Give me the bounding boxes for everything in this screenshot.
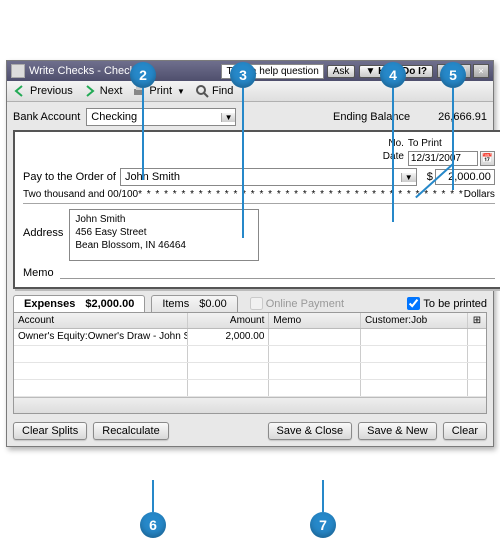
payee-combo[interactable]: ▼ bbox=[120, 168, 417, 186]
tab-items-label: Items bbox=[162, 298, 189, 310]
ending-balance-value: 26,666.91 bbox=[438, 111, 487, 123]
grid-row[interactable] bbox=[14, 363, 486, 380]
calendar-icon[interactable]: 📅 bbox=[480, 151, 495, 166]
memo-input[interactable] bbox=[60, 267, 495, 279]
grid-row[interactable] bbox=[14, 346, 486, 363]
currency-label: $ bbox=[427, 171, 433, 183]
how-do-i-button[interactable]: ▼ How Do I? bbox=[359, 65, 433, 78]
find-icon bbox=[195, 84, 209, 98]
find-label: Find bbox=[212, 85, 233, 97]
check-no-label: No. bbox=[383, 138, 404, 149]
memo-label: Memo bbox=[23, 267, 54, 279]
cell-customer[interactable] bbox=[361, 329, 468, 345]
clear-splits-button[interactable]: Clear Splits bbox=[13, 422, 87, 440]
grid-header: Account Amount Memo Customer:Job ⊞ bbox=[14, 313, 486, 329]
cell-account[interactable]: Owner's Equity:Owner's Draw - John Smith bbox=[14, 329, 188, 345]
print-label: Print bbox=[149, 85, 172, 97]
tab-items-total: $0.00 bbox=[199, 298, 227, 310]
expenses-grid: Account Amount Memo Customer:Job ⊞ Owner… bbox=[13, 312, 487, 414]
find-button[interactable]: Find bbox=[195, 84, 233, 98]
cell-amount[interactable]: 2,000.00 bbox=[188, 329, 269, 345]
online-payment-label: Online Payment bbox=[266, 298, 344, 310]
maximize-button[interactable]: □ bbox=[455, 64, 471, 78]
grid-scrollbar[interactable] bbox=[14, 397, 486, 413]
cell-bill[interactable] bbox=[468, 329, 486, 345]
check-date-input[interactable] bbox=[408, 151, 478, 166]
write-checks-window: Write Checks - Checking Type a help ques… bbox=[6, 60, 494, 447]
bank-account-combo[interactable]: ▼ bbox=[86, 108, 236, 126]
clear-button[interactable]: Clear bbox=[443, 422, 487, 440]
minimize-button[interactable]: – bbox=[437, 64, 453, 78]
to-be-printed-label: To be printed bbox=[423, 298, 487, 310]
address-box[interactable]: John Smith 456 Easy Street Bean Blossom,… bbox=[69, 209, 259, 261]
callout-7: 7 bbox=[310, 512, 336, 538]
print-dropdown-icon: ▼ bbox=[177, 87, 185, 96]
amount-stars: * * * * * * * * * * * * * * * * * * * * … bbox=[138, 189, 464, 200]
tab-items[interactable]: Items $0.00 bbox=[151, 295, 237, 312]
bank-account-input[interactable] bbox=[87, 111, 221, 123]
window-title: Write Checks - Checking bbox=[29, 65, 150, 77]
grid-row[interactable]: Owner's Equity:Owner's Draw - John Smith… bbox=[14, 329, 486, 346]
previous-icon bbox=[13, 84, 27, 98]
next-icon bbox=[83, 84, 97, 98]
bank-account-label: Bank Account bbox=[13, 111, 80, 123]
save-close-button[interactable]: Save & Close bbox=[268, 422, 353, 440]
grid-row[interactable] bbox=[14, 380, 486, 397]
check-panel: No. Date To Print 📅 Pay to the Order of bbox=[13, 130, 500, 289]
print-button[interactable]: Print ▼ bbox=[132, 84, 185, 98]
online-payment-checkbox: Online Payment bbox=[250, 297, 344, 310]
tab-expenses-label: Expenses bbox=[24, 298, 75, 310]
dollars-label: Dollars bbox=[464, 189, 495, 200]
ending-balance-label: Ending Balance bbox=[333, 111, 410, 123]
check-date-label: Date bbox=[383, 151, 404, 162]
save-new-button[interactable]: Save & New bbox=[358, 422, 437, 440]
next-button[interactable]: Next bbox=[83, 84, 123, 98]
titlebar: Write Checks - Checking Type a help ques… bbox=[7, 61, 493, 81]
cell-memo[interactable] bbox=[269, 329, 361, 345]
toolbar: Previous Next Print ▼ Find bbox=[7, 81, 493, 102]
pay-to-label: Pay to the Order of bbox=[23, 171, 116, 183]
payee-input[interactable] bbox=[121, 171, 401, 183]
ask-button[interactable]: Ask bbox=[327, 65, 356, 78]
app-icon bbox=[11, 64, 25, 78]
chevron-down-icon[interactable]: ▼ bbox=[401, 173, 416, 182]
amount-words: Two thousand and 00/100 bbox=[23, 189, 138, 200]
print-icon bbox=[132, 84, 146, 98]
callout-6: 6 bbox=[140, 512, 166, 538]
chevron-down-icon[interactable]: ▼ bbox=[221, 113, 235, 122]
to-be-printed-check[interactable] bbox=[407, 297, 420, 310]
tab-expenses[interactable]: Expenses $2,000.00 bbox=[13, 295, 145, 312]
to-be-printed-checkbox[interactable]: To be printed bbox=[407, 297, 487, 310]
recalculate-button[interactable]: Recalculate bbox=[93, 422, 168, 440]
next-label: Next bbox=[100, 85, 123, 97]
col-memo[interactable]: Memo bbox=[269, 313, 361, 328]
previous-label: Previous bbox=[30, 85, 73, 97]
online-payment-check bbox=[250, 297, 263, 310]
address-label: Address bbox=[23, 227, 63, 239]
close-button[interactable]: × bbox=[473, 64, 489, 78]
previous-button[interactable]: Previous bbox=[13, 84, 73, 98]
check-no-value: To Print bbox=[408, 138, 495, 149]
col-account[interactable]: Account bbox=[14, 313, 188, 328]
tab-expenses-total: $2,000.00 bbox=[85, 298, 134, 310]
amount-input[interactable] bbox=[435, 169, 495, 185]
help-search-input[interactable]: Type a help question bbox=[221, 64, 323, 79]
col-customer[interactable]: Customer:Job bbox=[361, 313, 468, 328]
col-amount[interactable]: Amount bbox=[188, 313, 269, 328]
col-bill[interactable]: ⊞ bbox=[468, 313, 486, 328]
